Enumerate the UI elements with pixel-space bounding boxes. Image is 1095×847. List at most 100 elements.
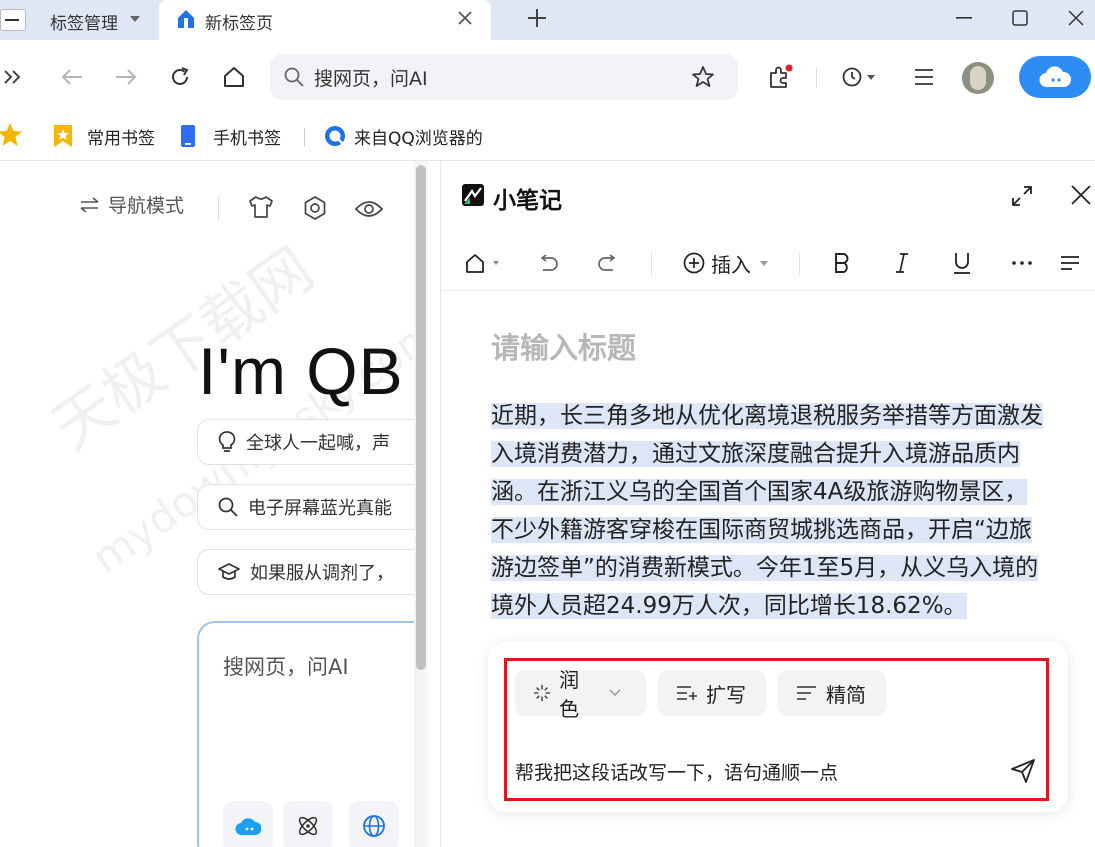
atom-icon (298, 816, 318, 836)
settings-icon[interactable] (302, 195, 328, 221)
bold-button[interactable] (827, 247, 857, 279)
notes-logo-icon (462, 184, 484, 206)
page-scrollbar[interactable] (414, 161, 428, 847)
cloud-icon (235, 818, 261, 836)
cloud-icon (1039, 66, 1072, 88)
bookmark-icon (54, 125, 72, 147)
tab-manager-icon (0, 9, 26, 31)
undo-button[interactable] (533, 247, 563, 279)
bookmark-qq[interactable]: 来自QQ浏览器的 (324, 122, 504, 150)
align-button[interactable] (1055, 247, 1085, 279)
qb-logo: I'm QB (198, 334, 404, 408)
note-line: 不少外籍游客穿梭在国际商贸城挑选商品，开启“边旅 (491, 517, 1032, 543)
favorites-star-icon[interactable] (0, 122, 24, 148)
address-bar[interactable]: 搜网页，问AI (270, 54, 738, 100)
lightbulb-icon (218, 431, 236, 452)
tab-label: 标签管理 (50, 14, 118, 34)
align-left-icon (1061, 256, 1079, 270)
insert-label: 插入 (711, 252, 751, 277)
close-tab-icon[interactable] (457, 10, 473, 26)
reload-button[interactable] (160, 52, 200, 102)
bookmark-label: 常用书签 (87, 128, 155, 149)
phone-icon (181, 125, 195, 147)
history-icon (842, 67, 875, 87)
eye-icon[interactable] (354, 199, 384, 219)
cloud-ai-button[interactable] (1019, 56, 1091, 98)
newtab-search-box[interactable]: 搜网页，问AI (197, 621, 428, 847)
more-button[interactable] (1007, 247, 1037, 279)
forward-button[interactable] (106, 52, 146, 102)
note-title-input[interactable]: 请输入标题 (491, 325, 636, 367)
notes-title: 小笔记 (493, 188, 562, 214)
tab-label: 新标签页 (205, 14, 273, 34)
insert-button[interactable]: 插入 (679, 247, 773, 279)
home-button[interactable] (214, 52, 254, 102)
search-placeholder[interactable]: 搜网页，问AI (223, 651, 349, 681)
puzzle-icon (770, 64, 793, 88)
close-panel-icon[interactable] (1071, 185, 1091, 205)
close-window-button[interactable] (1050, 0, 1095, 36)
search-icon (284, 67, 304, 87)
tab-strip: 标签管理 新标签页 (0, 0, 1095, 40)
minimize-button[interactable] (938, 0, 990, 36)
new-tab-page: 天极下载网 mydown.yesky.com 导航模式 I'm QB 全球人一起… (0, 161, 428, 847)
plus-circle-icon (683, 252, 705, 274)
undo-icon (540, 254, 558, 271)
expand-icon[interactable] (1011, 185, 1033, 207)
note-line: 入境消费潜力，通过文旅深度融合提升入境游品质内 (491, 441, 1020, 467)
skin-shirt-icon[interactable] (248, 195, 274, 219)
redo-icon (598, 254, 616, 271)
chip-text: 电子屏幕蓝光真能 (248, 498, 392, 519)
chip-text: 全球人一起喊，声 (246, 433, 390, 454)
bookmark-label: 来自QQ浏览器的 (354, 128, 483, 149)
maximize-button[interactable] (994, 0, 1046, 36)
history-button[interactable] (834, 52, 884, 102)
menu-button[interactable] (904, 52, 944, 102)
highlight-box (504, 658, 1049, 801)
redo-button[interactable] (593, 247, 623, 279)
home-dropdown-button[interactable] (461, 247, 505, 279)
chip-text: 如果服从调剂了， (250, 563, 394, 584)
nav-mode-button[interactable]: 导航模式 (80, 191, 184, 218)
note-line: 近期，长三角多地从优化离境退税服务举措等方面激发 (491, 403, 1043, 429)
avatar[interactable] (962, 62, 994, 94)
underline-icon (954, 253, 970, 274)
search-icon (218, 497, 238, 517)
extensions-button[interactable] (760, 52, 800, 102)
star-add-icon[interactable] (692, 66, 716, 88)
hot-topic-chip[interactable]: 电子屏幕蓝光真能 (197, 484, 428, 530)
hot-topic-chip[interactable]: 全球人一起喊，声 (197, 419, 428, 465)
italic-icon (896, 253, 908, 273)
notes-toolbar: 插入 (441, 235, 1095, 291)
back-button[interactable] (52, 52, 92, 102)
bookmark-common[interactable]: 常用书签 (52, 122, 155, 150)
bookmark-label: 手机书签 (213, 128, 281, 149)
tab-new-tab[interactable]: 新标签页 (159, 0, 491, 40)
web-search-button[interactable] (349, 801, 399, 847)
bookmark-mobile[interactable]: 手机书签 (180, 122, 281, 150)
note-line: 境外人员超24.99万人次，同比增长18.62%。 (491, 593, 967, 619)
ai-assistant-button[interactable] (223, 801, 273, 847)
more-icon (1012, 261, 1032, 265)
bold-icon (835, 253, 849, 273)
note-body-editor[interactable]: 近期，长三角多地从优化离境退税服务举措等方面激发 入境消费潜力，通过文旅深度融合… (491, 397, 1071, 625)
caret-down-icon[interactable] (130, 15, 140, 23)
hot-topic-chip[interactable]: 如果服从调剂了， (197, 549, 428, 595)
italic-button[interactable] (887, 247, 917, 279)
nav-mode-label: 导航模式 (108, 195, 185, 217)
underline-button[interactable] (947, 247, 977, 279)
scrollbar-thumb[interactable] (416, 165, 426, 670)
atom-button[interactable] (283, 801, 333, 847)
graduation-cap-icon (218, 563, 240, 580)
sidebar-toggle-button[interactable] (0, 52, 32, 102)
new-tab-icon[interactable] (527, 8, 547, 28)
qq-browser-icon (325, 126, 345, 146)
address-input[interactable]: 搜网页，问AI (314, 64, 428, 91)
swap-icon (80, 196, 99, 213)
bookmarks-bar: 常用书签 手机书签 来自QQ浏览器的 (0, 114, 1095, 158)
home-icon (466, 254, 499, 273)
tab-tag-manager[interactable]: 标签管理 (0, 0, 158, 40)
browser-toolbar: 搜网页，问AI (0, 40, 1095, 114)
home-icon (178, 10, 194, 28)
note-line: 游边签单”的消费新模式。今年1至5月，从义乌入境的 (491, 555, 1039, 581)
